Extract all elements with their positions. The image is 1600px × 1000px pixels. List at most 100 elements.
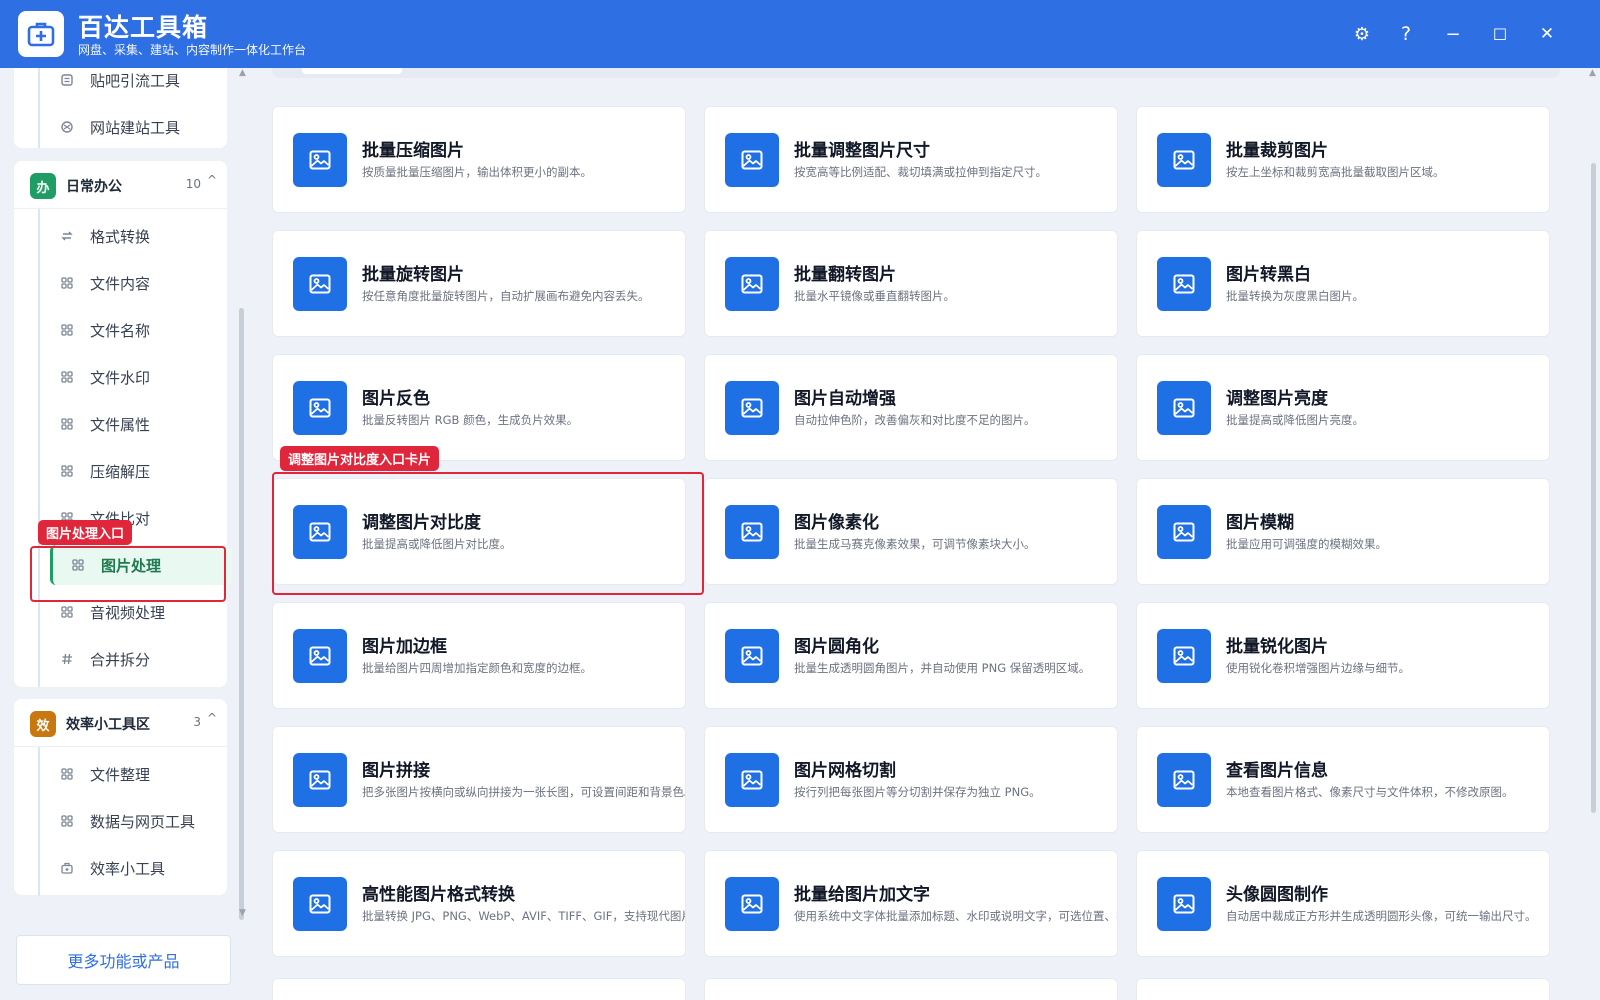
sidebar-item-效率小工具[interactable]: 效率小工具 — [36, 848, 222, 888]
swap-icon — [60, 229, 74, 243]
tool-card-图片模糊[interactable]: 图片模糊 批量应用可调强度的模糊效果。 — [1136, 478, 1550, 585]
card-title: 批量给图片加文字 — [794, 885, 930, 905]
sidebar-item-label: 文件整理 — [90, 765, 151, 784]
sidebar-item-压缩解压[interactable]: 压缩解压 — [36, 451, 222, 491]
tool-card-批量调整图片尺寸[interactable]: 批量调整图片尺寸 按宽高等比例适配、裁切填满或拉伸到指定尺寸。 — [704, 106, 1118, 213]
tool-card-图片加边框[interactable]: 图片加边框 批量给图片四周增加指定颜色和宽度的边框。 — [272, 602, 686, 709]
tool-card-partial[interactable] — [704, 978, 1118, 1000]
grid-icon — [60, 370, 74, 384]
category-badge: 办 — [30, 173, 56, 199]
tool-card-批量锐化图片[interactable]: 批量锐化图片 使用锐化卷积增强图片边缘与细节。 — [1136, 602, 1550, 709]
grid-icon — [60, 814, 74, 828]
tool-card-图片转黑白[interactable]: 图片转黑白 批量转换为灰度黑白图片。 — [1136, 230, 1550, 337]
sidebar-item-数据与网页工具[interactable]: 数据与网页工具 — [36, 801, 222, 841]
main-scrollbar[interactable]: ▲ — [1588, 68, 1600, 1000]
tool-card-partial[interactable] — [1136, 978, 1550, 1000]
sidebar-item-文件名称[interactable]: 文件名称 — [36, 310, 222, 350]
image-icon — [1157, 133, 1211, 187]
sidebar-item-合并拆分[interactable]: 合并拆分 — [36, 639, 222, 679]
tool-card-图片拼接[interactable]: 图片拼接把多张图片按横向或纵向拼接为一张长图，可设置间距和背景色。 — [272, 726, 686, 833]
card-title: 图片拼接 — [362, 761, 430, 781]
card-title: 图片转黑白 — [1226, 265, 1311, 285]
chevron-up-icon[interactable]: ^ — [207, 173, 217, 187]
scroll-up-arrow-icon[interactable]: ▲ — [1589, 68, 1596, 78]
card-title: 批量调整图片尺寸 — [794, 141, 930, 161]
sidebar-item-格式转换[interactable]: 格式转换 — [36, 216, 222, 256]
image-icon — [293, 877, 347, 931]
tool-card-批量给图片加文字[interactable]: 批量给图片加文字使用系统中文字体批量添加标题、水印或说明文字，可选位置、字 — [704, 850, 1118, 957]
close-icon[interactable]: ✕ — [1529, 16, 1565, 52]
card-description: 按质量批量压缩图片，输出体积更小的副本。 — [362, 165, 592, 179]
image-icon — [725, 257, 779, 311]
tool-card-批量翻转图片[interactable]: 批量翻转图片 批量水平镜像或垂直翻转图片。 — [704, 230, 1118, 337]
sidebar-item-label: 合并拆分 — [90, 650, 151, 669]
category-header[interactable]: 效效率小工具区 3 ^ — [14, 699, 227, 747]
scroll-down-arrow-icon[interactable]: ▼ — [239, 908, 246, 918]
image-icon — [1157, 257, 1211, 311]
scroll-up-arrow-icon[interactable]: ▲ — [239, 68, 246, 78]
sidebar-item-label: 效率小工具 — [90, 859, 166, 878]
card-description: 批量生成透明圆角图片，并自动使用 PNG 保留透明区域。 — [794, 661, 1091, 675]
top-strip — [272, 68, 1560, 78]
card-description: 把多张图片按横向或纵向拼接为一张长图，可设置间距和背景色。 — [362, 785, 686, 799]
tool-card-查看图片信息[interactable]: 查看图片信息本地查看图片格式、像素尺寸与文件体积，不修改原图。 — [1136, 726, 1550, 833]
image-icon — [725, 133, 779, 187]
category-header[interactable]: 办日常办公 10 ^ — [14, 161, 227, 209]
tool-card-partial[interactable] — [272, 978, 686, 1000]
card-description: 按左上坐标和裁剪宽高批量截取图片区域。 — [1226, 165, 1445, 179]
globe-icon — [60, 120, 74, 134]
contrast-card-annotation-box — [272, 472, 704, 595]
tool-card-图片自动增强[interactable]: 图片自动增强 自动拉伸色阶，改善偏灰和对比度不足的图片。 — [704, 354, 1118, 461]
minimize-icon[interactable]: − — [1435, 16, 1471, 52]
more-features-button[interactable]: 更多功能或产品 — [16, 935, 231, 985]
image-icon — [293, 257, 347, 311]
help-icon[interactable]: ? — [1388, 16, 1424, 52]
sidebar-item-贴吧引流工具[interactable]: 贴吧引流工具 — [36, 68, 222, 100]
maximize-icon[interactable]: ☐ — [1482, 16, 1518, 52]
card-title: 图片自动增强 — [794, 389, 896, 409]
card-title: 调整图片亮度 — [1226, 389, 1328, 409]
image-icon — [1157, 505, 1211, 559]
sidebar-item-label: 压缩解压 — [90, 462, 151, 481]
sidebar-item-label: 数据与网页工具 — [90, 812, 196, 831]
sidebar-scrollbar[interactable]: ▲ ▼ — [238, 68, 246, 923]
card-description: 本地查看图片格式、像素尺寸与文件体积，不修改原图。 — [1226, 785, 1514, 799]
card-title: 头像圆图制作 — [1226, 885, 1328, 905]
tool-card-图片像素化[interactable]: 图片像素化 批量生成马赛克像素效果，可调节像素块大小。 — [704, 478, 1118, 585]
chevron-up-icon[interactable]: ^ — [207, 711, 217, 725]
tool-card-批量压缩图片[interactable]: 批量压缩图片 按质量批量压缩图片，输出体积更小的副本。 — [272, 106, 686, 213]
sidebar-item-文件水印[interactable]: 文件水印 — [36, 357, 222, 397]
card-title: 查看图片信息 — [1226, 761, 1328, 781]
sidebar-item-label: 文件属性 — [90, 415, 151, 434]
grid-icon — [60, 417, 74, 431]
card-description: 使用系统中文字体批量添加标题、水印或说明文字，可选位置、字 — [794, 909, 1118, 923]
sidebar-item-文件整理[interactable]: 文件整理 — [36, 754, 222, 794]
app-subtitle: 网盘、采集、建站、内容制作一体化工作台 — [78, 43, 307, 57]
card-description: 批量提高或降低图片亮度。 — [1226, 413, 1364, 427]
card-title: 批量锐化图片 — [1226, 637, 1328, 657]
sidebar-item-网站建站工具[interactable]: 网站建站工具 — [36, 107, 222, 147]
sidebar-item-文件内容[interactable]: 文件内容 — [36, 263, 222, 303]
tool-card-图片反色[interactable]: 图片反色 批量反转图片 RGB 颜色，生成负片效果。 — [272, 354, 686, 461]
tool-card-图片圆角化[interactable]: 图片圆角化 批量生成透明圆角图片，并自动使用 PNG 保留透明区域。 — [704, 602, 1118, 709]
tool-card-头像圆图制作[interactable]: 头像圆图制作 自动居中裁成正方形并生成透明圆形头像，可统一输出尺寸。 — [1136, 850, 1550, 957]
main-scrollbar-thumb[interactable] — [1591, 163, 1596, 813]
toolbox-logo-icon — [18, 11, 64, 57]
card-title: 图片反色 — [362, 389, 430, 409]
grid-icon — [60, 605, 74, 619]
image-icon — [725, 877, 779, 931]
sidebar-scrollbar-thumb[interactable] — [239, 308, 244, 920]
tool-card-批量裁剪图片[interactable]: 批量裁剪图片 按左上坐标和裁剪宽高批量截取图片区域。 — [1136, 106, 1550, 213]
sidebar-item-文件属性[interactable]: 文件属性 — [36, 404, 222, 444]
image-processing-annotation-tag: 图片处理入口 — [38, 520, 133, 545]
card-description: 按行列把每张图片等分切割并保存为独立 PNG。 — [794, 785, 1041, 799]
tool-card-批量旋转图片[interactable]: 批量旋转图片 按任意角度批量旋转图片，自动扩展画布避免内容丢失。 — [272, 230, 686, 337]
category-label: 日常办公 — [66, 179, 122, 195]
tool-card-调整图片亮度[interactable]: 调整图片亮度批量提高或降低图片亮度。 — [1136, 354, 1550, 461]
top-strip-tab — [302, 68, 402, 74]
card-description: 批量转换 JPG、PNG、WebP、AVIF、TIFF、GIF，支持现代图片 — [362, 909, 686, 923]
tool-card-高性能图片格式转换[interactable]: 高性能图片格式转换 批量转换 JPG、PNG、WebP、AVIF、TIFF、GIF… — [272, 850, 686, 957]
grid-icon — [60, 276, 74, 290]
settings-icon[interactable]: ⚙ — [1344, 16, 1380, 52]
tool-card-图片网格切割[interactable]: 图片网格切割 按行列把每张图片等分切割并保存为独立 PNG。 — [704, 726, 1118, 833]
